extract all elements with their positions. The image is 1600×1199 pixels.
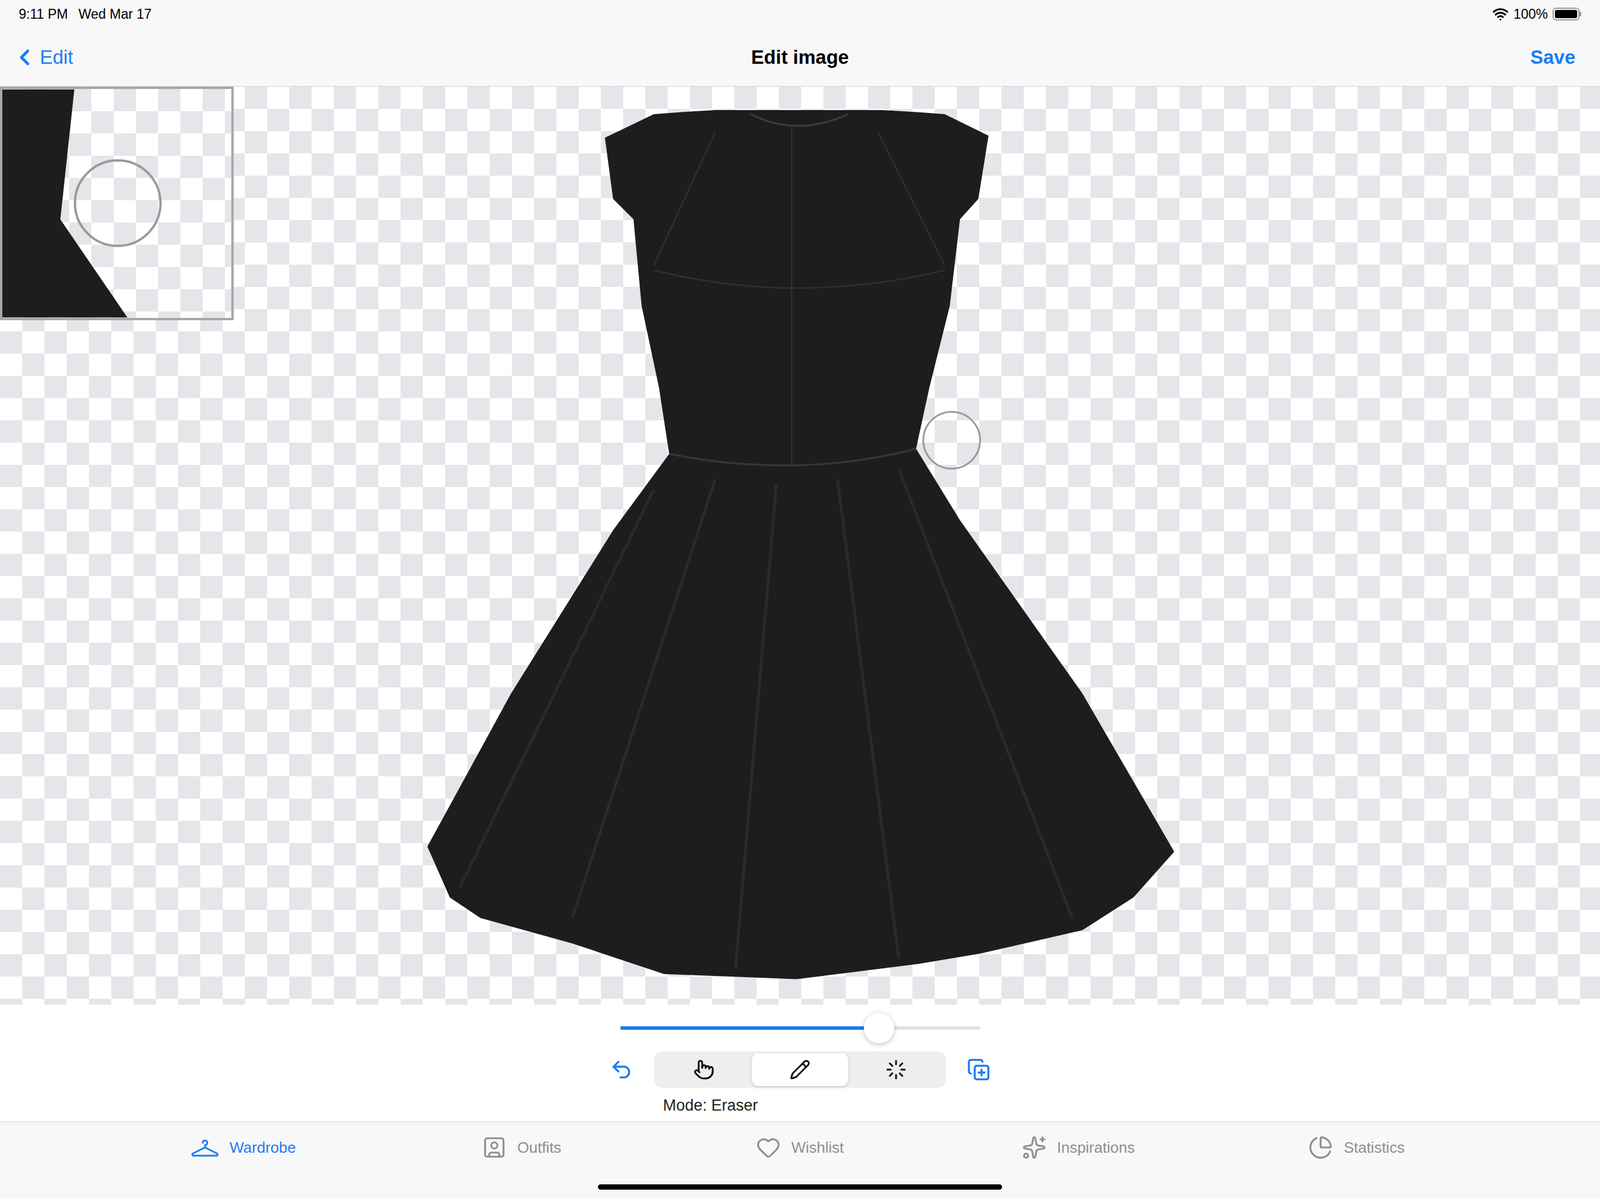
status-time: 9:11 PM — [18, 4, 68, 25]
hanger-icon — [190, 1138, 220, 1158]
brush-size-slider[interactable] — [620, 1013, 981, 1044]
back-button[interactable]: Edit — [11, 42, 74, 73]
battery-percent: 100% — [1513, 4, 1548, 25]
home-indicator — [597, 1184, 1003, 1191]
tab-item[interactable]: Wishlist — [660, 1135, 939, 1161]
magnifier — [0, 86, 234, 321]
outfits-icon — [481, 1135, 507, 1161]
app: 9:11 PM Wed Mar 17 100% Edit Edit image Save M… — [0, 0, 1600, 1199]
tool-segment[interactable] — [751, 1053, 849, 1087]
magic-wand-icon — [885, 1059, 907, 1081]
battery-icon — [1552, 7, 1582, 21]
tab-item[interactable]: Statistics — [1217, 1135, 1496, 1161]
pencil-icon — [789, 1059, 811, 1081]
tool-segment[interactable] — [655, 1053, 752, 1087]
heart-icon — [756, 1135, 781, 1161]
chevron-left-icon — [11, 44, 38, 71]
save-button[interactable]: Save — [1530, 42, 1589, 73]
tab-item[interactable]: Outfits — [382, 1135, 661, 1161]
magnifier-cursor — [73, 159, 162, 248]
tab-item[interactable]: Wardrobe — [104, 1135, 383, 1161]
image-canvas[interactable] — [0, 86, 1600, 1005]
add-layer-button[interactable] — [964, 1058, 993, 1082]
copy-plus-icon — [966, 1058, 991, 1082]
undo-button[interactable] — [607, 1058, 636, 1082]
nav-bar: Edit Edit image Save — [0, 28, 1600, 87]
tool-segment[interactable] — [848, 1053, 945, 1087]
dress-image — [426, 110, 1175, 982]
undo-icon — [609, 1058, 634, 1082]
tab-bar: WardrobeOutfitsWishlistInspirationsStati… — [0, 1122, 1600, 1199]
mode-label: Mode: Eraser — [607, 1088, 993, 1119]
status-date: Wed Mar 17 — [78, 4, 152, 25]
edit-controls: Mode: Eraser — [0, 1004, 1600, 1123]
slider-thumb[interactable] — [863, 1013, 895, 1044]
sparkles-icon — [1021, 1135, 1047, 1161]
wifi-icon — [1492, 5, 1509, 23]
nav-title: Edit image — [751, 42, 850, 73]
brush-cursor — [922, 411, 981, 470]
tool-segmented-control — [654, 1051, 946, 1089]
status-bar: 9:11 PM Wed Mar 17 100% — [0, 0, 1600, 29]
tab-item[interactable]: Inspirations — [939, 1135, 1218, 1161]
hand-icon — [693, 1059, 715, 1081]
pie-chart-icon — [1308, 1135, 1333, 1161]
